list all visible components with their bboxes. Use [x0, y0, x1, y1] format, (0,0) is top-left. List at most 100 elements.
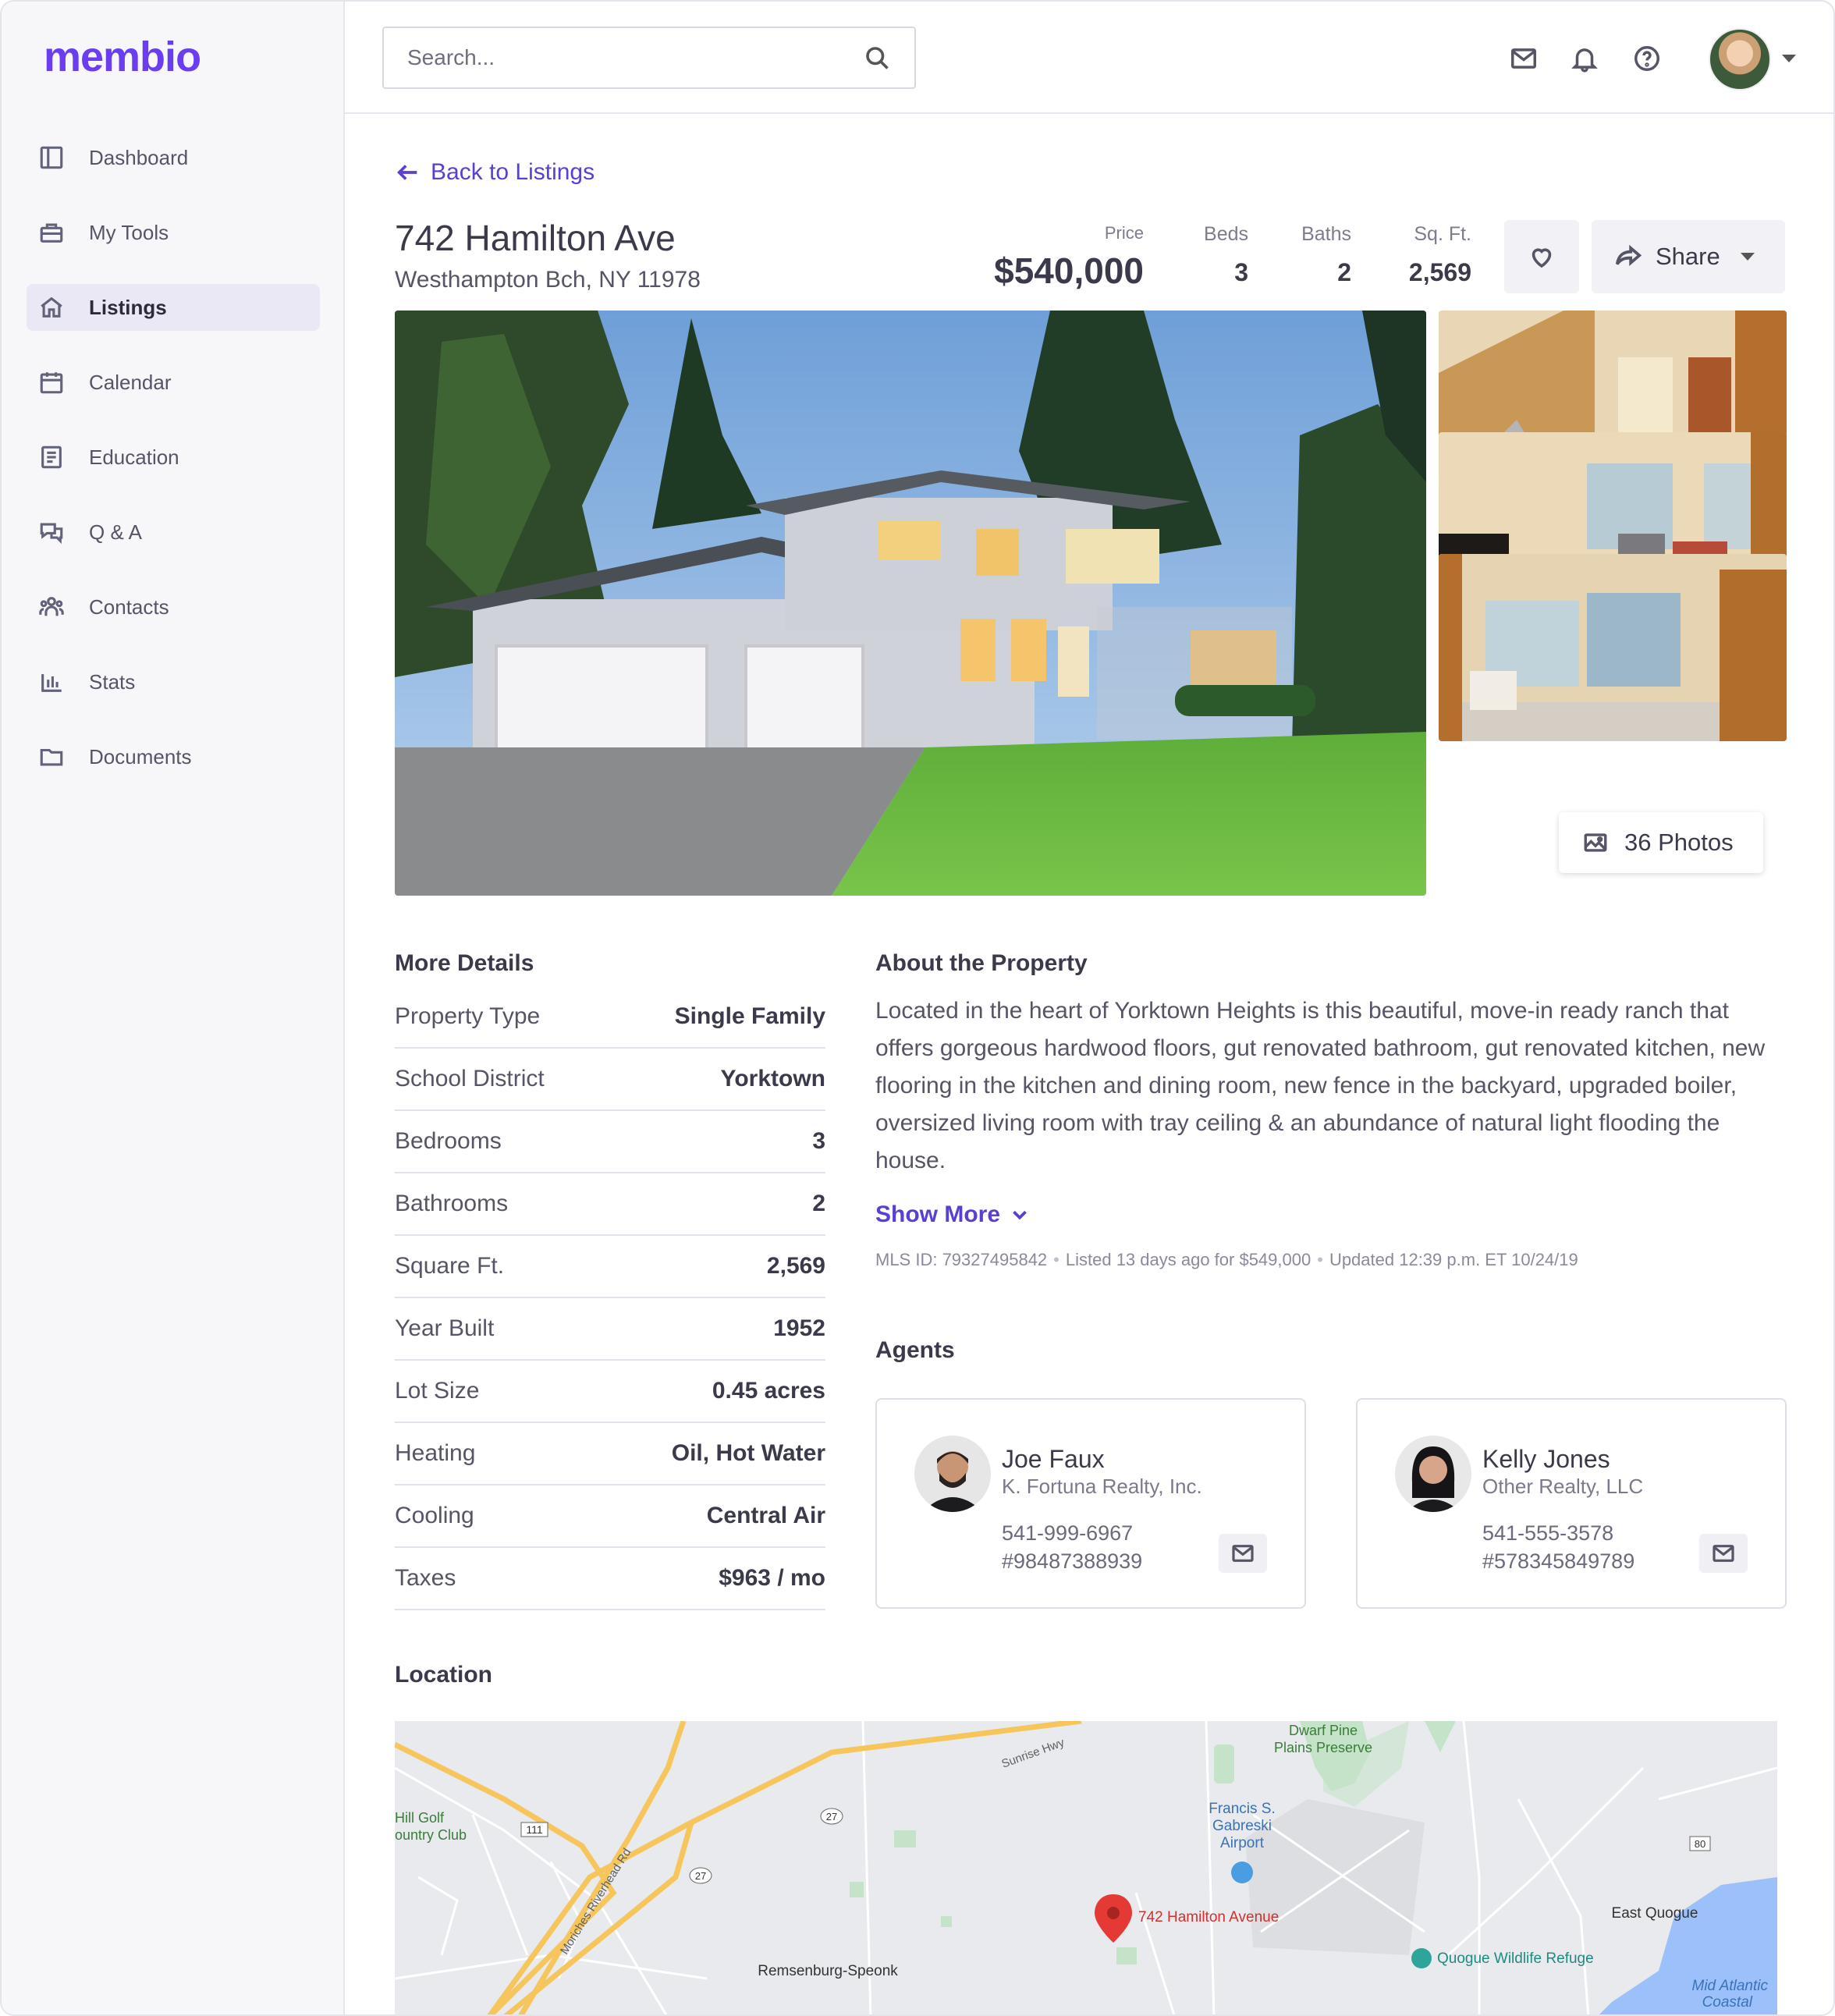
location-title: Location	[395, 1662, 492, 1688]
park-icon	[1411, 1948, 1432, 1968]
search-input[interactable]	[407, 45, 863, 70]
email-agent-button[interactable]	[1219, 1534, 1267, 1573]
map-label: 742 Hamilton Avenue	[1138, 1909, 1279, 1925]
top-header	[345, 2, 1833, 114]
bell-icon[interactable]	[1570, 44, 1599, 73]
beds-stat: Beds 3	[1204, 223, 1248, 286]
user-avatar[interactable]	[1709, 28, 1771, 91]
chevron-down-icon	[1013, 1210, 1027, 1220]
detail-row: Bedrooms 3	[395, 1111, 825, 1173]
dashboard-icon	[37, 144, 66, 172]
agent-company: Other Realty, LLC	[1482, 1475, 1644, 1498]
agent-name: Kelly Jones	[1482, 1445, 1610, 1473]
avatar	[914, 1436, 991, 1512]
sidebar-item-label: Contacts	[89, 595, 169, 619]
map-label: ountry Club	[395, 1827, 467, 1843]
agent-name: Joe Faux	[1002, 1445, 1105, 1473]
arrow-left-icon	[397, 165, 417, 180]
agent-card: Joe Faux K. Fortuna Realty, Inc. 541-999…	[875, 1398, 1306, 1609]
mail-icon	[1232, 1545, 1254, 1562]
map-label: East Quogue	[1612, 1905, 1698, 1922]
detail-row: Bathrooms 2	[395, 1173, 825, 1236]
home-icon	[37, 293, 66, 321]
view-all-photos-button[interactable]: 36 Photos	[1559, 812, 1763, 873]
membio-logo[interactable]: membio	[44, 33, 201, 81]
sqft-stat: Sq. Ft. 2,569	[1408, 223, 1471, 286]
sidebar-item-label: Listings	[89, 295, 167, 319]
favorite-button[interactable]	[1504, 220, 1579, 293]
about-title: About the Property	[875, 950, 1088, 976]
detail-row: Square Ft. 2,569	[395, 1236, 825, 1298]
detail-row: Property Type Single Family	[395, 986, 825, 1049]
detail-row: Cooling Central Air	[395, 1485, 825, 1548]
folder-icon	[37, 743, 66, 771]
email-agent-button[interactable]	[1699, 1534, 1748, 1573]
toolbox-icon	[37, 218, 66, 247]
sidebar-item-calendar[interactable]: Calendar	[27, 359, 320, 406]
sidebar-item-contacts[interactable]: Contacts	[27, 584, 320, 630]
mail-icon[interactable]	[1509, 44, 1539, 73]
sidebar-item-label: Dashboard	[89, 145, 189, 169]
thumbnail-photo-3[interactable]	[1439, 554, 1787, 741]
image-icon	[1584, 833, 1607, 852]
sidebar-item-listings[interactable]: Listings	[27, 284, 320, 331]
map-label: Dwarf Pine	[1289, 1723, 1358, 1738]
mail-icon	[1713, 1545, 1734, 1562]
map-label: Francis S.	[1209, 1801, 1276, 1817]
map-label: Hill Golf	[395, 1810, 445, 1826]
about-description: Located in the heart of Yorktown Heights…	[875, 998, 1766, 1173]
road-label: 80	[1695, 1838, 1705, 1850]
detail-row: Heating Oil, Hot Water	[395, 1423, 825, 1485]
back-to-listings-link[interactable]: Back to Listings	[395, 159, 595, 186]
sidebar-item-label: Documents	[89, 744, 192, 768]
listing-city: Westhampton Bch, NY 11978	[395, 267, 701, 293]
sidebar-item-label: Stats	[89, 669, 136, 694]
agent-phone: 541-555-3578	[1482, 1521, 1614, 1545]
book-icon	[37, 443, 66, 471]
main-photo[interactable]	[395, 311, 1426, 896]
agent-license: #98487388939	[1002, 1549, 1143, 1573]
road-label: 27	[695, 1870, 706, 1882]
chevron-down-icon[interactable]	[1782, 55, 1796, 62]
sidebar-item-dashboard[interactable]: Dashboard	[27, 134, 320, 181]
listing-metadata: MLS ID: 79327495842 • Listed 13 days ago f…	[875, 1250, 1578, 1269]
family-room-photo	[1439, 554, 1787, 741]
contacts-icon	[37, 593, 66, 621]
road-label: 111	[526, 1823, 542, 1836]
sidebar: membio Dashboard My Tools Listings Calen…	[2, 2, 345, 2014]
road-label: 27	[826, 1811, 837, 1823]
map-label: Airport	[1220, 1835, 1265, 1851]
avatar	[1395, 1436, 1471, 1512]
search-icon[interactable]	[863, 44, 891, 72]
sidebar-item-documents[interactable]: Documents	[27, 733, 320, 780]
airport-icon	[1231, 1862, 1253, 1883]
map-label: Quogue Wildlife Refuge	[1437, 1950, 1594, 1967]
sidebar-item-qa[interactable]: Q & A	[27, 509, 320, 555]
map-canvas: 111 27 27 80 Sunrise Hwy Moriches Riverh…	[395, 1721, 1777, 2014]
sidebar-nav: Dashboard My Tools Listings Calendar Edu…	[27, 134, 320, 808]
sidebar-item-label: Education	[89, 445, 179, 469]
search-box[interactable]	[382, 27, 916, 89]
more-details-title: More Details	[395, 950, 534, 976]
share-button[interactable]: Share	[1592, 220, 1785, 293]
detail-row: Taxes $963 / mo	[395, 1548, 825, 1610]
agent-company: K. Fortuna Realty, Inc.	[1002, 1475, 1202, 1498]
house-exterior-photo	[395, 311, 1426, 896]
sidebar-item-label: Q & A	[89, 520, 142, 544]
location-map[interactable]: 111 27 27 80 Sunrise Hwy Moriches Riverh…	[395, 1721, 1777, 2014]
sidebar-item-education[interactable]: Education	[27, 434, 320, 481]
baths-stat: Baths 2	[1301, 223, 1351, 286]
map-label: Mid Atlantic	[1692, 1978, 1769, 1994]
sidebar-item-stats[interactable]: Stats	[27, 658, 320, 705]
chevron-down-icon	[1740, 253, 1755, 261]
heart-icon	[1532, 248, 1552, 268]
detail-row: School District Yorktown	[395, 1049, 825, 1111]
agent-license: #578345849789	[1482, 1549, 1635, 1573]
show-more-button[interactable]: Show More	[875, 1201, 1031, 1228]
calendar-icon	[37, 368, 66, 396]
help-icon[interactable]	[1632, 44, 1662, 73]
sidebar-item-my-tools[interactable]: My Tools	[27, 209, 320, 256]
sidebar-item-label: My Tools	[89, 220, 169, 244]
share-icon	[1615, 244, 1642, 267]
map-label: Gabreski	[1212, 1818, 1272, 1834]
